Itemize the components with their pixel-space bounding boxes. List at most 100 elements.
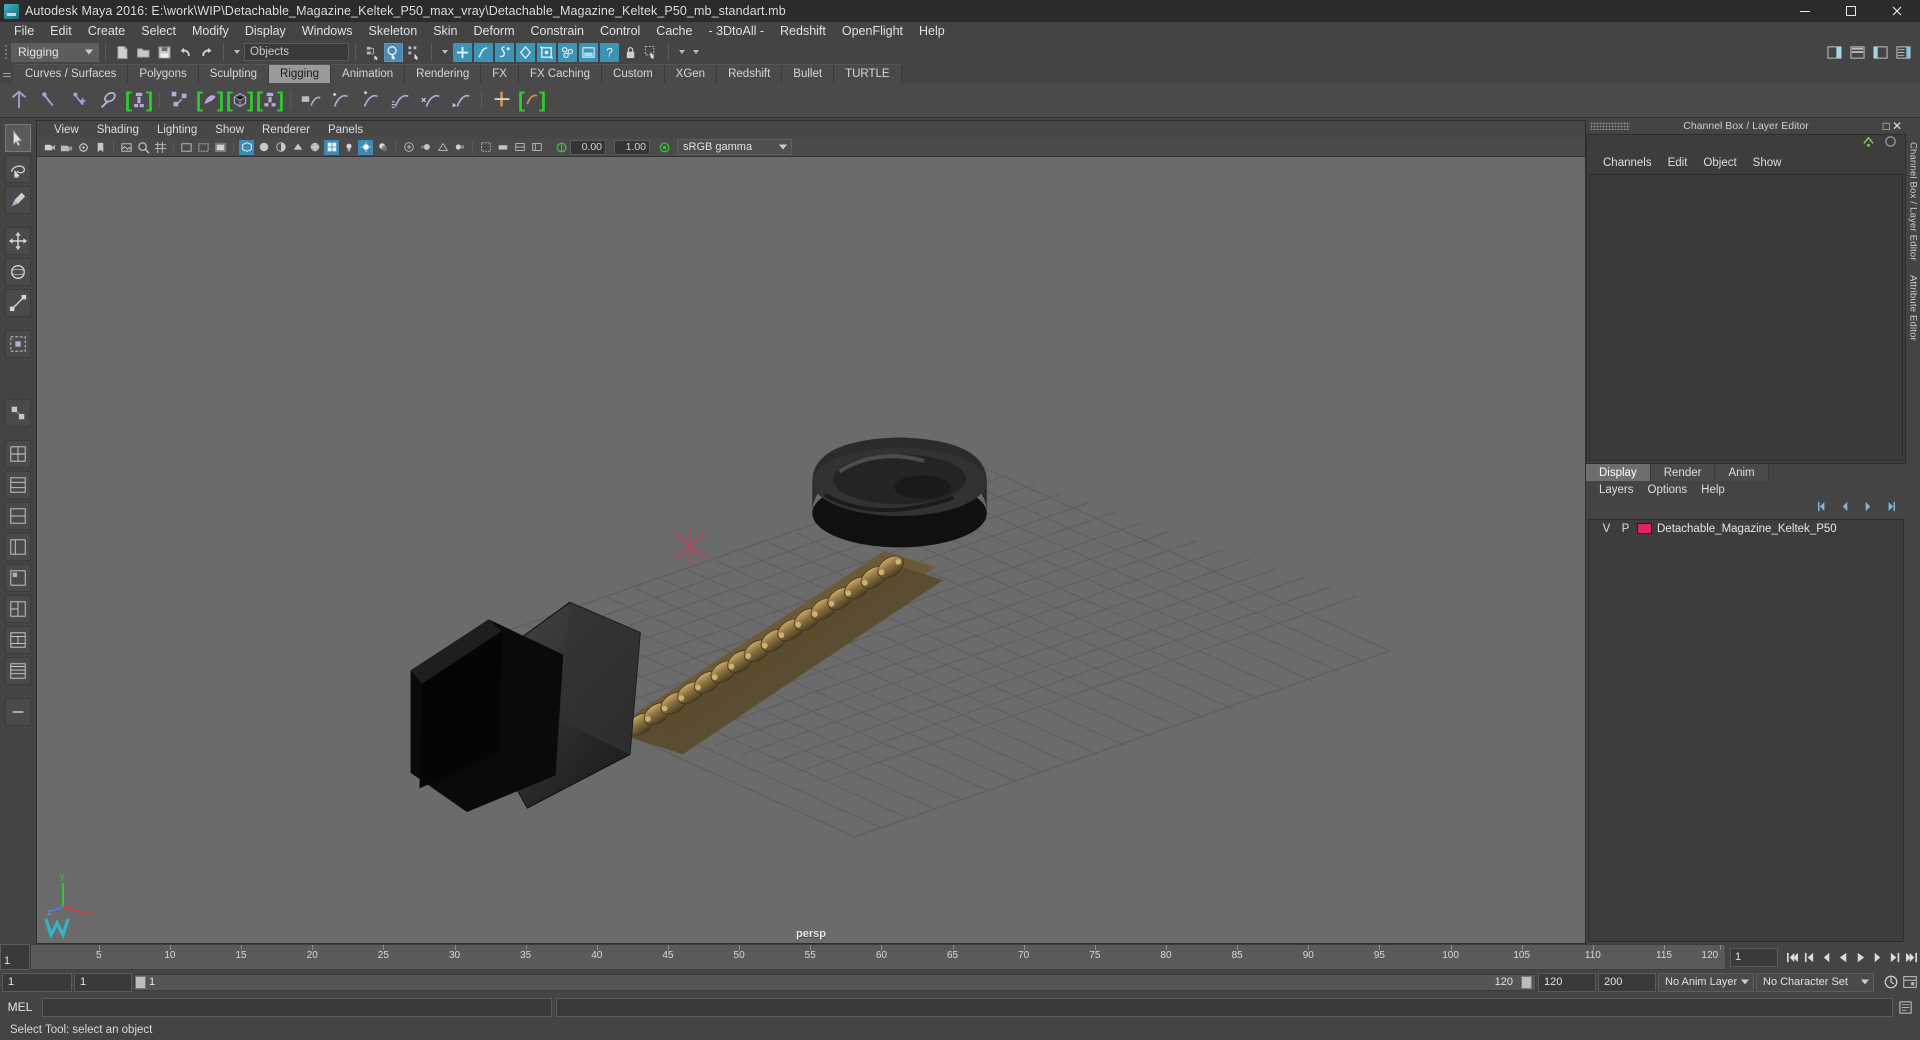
viewport-menu-panels[interactable]: Panels xyxy=(319,124,372,136)
save-scene-icon[interactable] xyxy=(155,43,174,62)
camera-attributes-icon[interactable] xyxy=(76,140,91,155)
range-slider-bar[interactable]: 1 120 xyxy=(134,973,1536,991)
layer-tab-display[interactable]: Display xyxy=(1586,464,1651,481)
shelf-tab-bullet[interactable]: Bullet xyxy=(782,64,835,83)
close-icon[interactable] xyxy=(1874,0,1920,22)
shelf-tab-xgen[interactable]: XGen xyxy=(664,64,718,83)
layer-play-next-icon[interactable] xyxy=(1861,499,1874,517)
lasso-select-tool-icon[interactable] xyxy=(5,155,31,183)
menu-redshift[interactable]: Redshift xyxy=(772,22,834,40)
range-start-field[interactable]: 1 xyxy=(2,972,72,992)
use-all-lights-icon[interactable] xyxy=(358,139,373,155)
help-icon[interactable]: ? xyxy=(600,42,619,62)
range-slider-right-handle[interactable] xyxy=(1521,975,1532,989)
channel-box-icon[interactable] xyxy=(1894,43,1913,62)
lattice-icon[interactable]: [] xyxy=(226,86,254,114)
shaded-wireframe-icon[interactable] xyxy=(307,140,322,155)
go-to-start-icon[interactable] xyxy=(1784,947,1801,967)
exposure-icon[interactable] xyxy=(554,140,569,155)
menu-windows[interactable]: Windows xyxy=(294,22,361,40)
menu-edit[interactable]: Edit xyxy=(42,22,80,40)
range-end-field[interactable]: 200 xyxy=(1598,972,1656,992)
step-forward-frame-icon[interactable] xyxy=(1869,947,1886,967)
tool-settings-icon[interactable] xyxy=(1871,43,1890,62)
viewport-3d-canvas[interactable]: y x z persp xyxy=(37,157,1585,943)
grid-display-icon[interactable] xyxy=(495,140,510,155)
layer-menu-layers[interactable]: Layers xyxy=(1592,484,1641,496)
menu-modify[interactable]: Modify xyxy=(184,22,237,40)
blendshape-icon[interactable] xyxy=(298,86,324,114)
scale-tool-icon[interactable] xyxy=(5,289,31,317)
redo-icon[interactable] xyxy=(197,43,216,62)
animation-preferences-icon[interactable] xyxy=(1901,972,1918,992)
layer-tab-anim[interactable]: Anim xyxy=(1715,464,1769,481)
constrain-parent-icon[interactable] xyxy=(489,86,515,114)
select-tool-icon[interactable] xyxy=(5,124,31,152)
layer-next-icon[interactable] xyxy=(1883,499,1896,517)
gamma-value-field[interactable]: 1.00 xyxy=(614,139,650,155)
menu-create[interactable]: Create xyxy=(80,22,134,40)
shadows-icon[interactable] xyxy=(375,140,390,155)
bookmark-icon[interactable] xyxy=(93,140,108,155)
xray-display-icon[interactable] xyxy=(512,140,527,155)
play-backwards-icon[interactable] xyxy=(1835,947,1852,967)
shelf-tab-rendering[interactable]: Rendering xyxy=(405,64,482,83)
three-pane-layout-icon[interactable] xyxy=(5,657,31,685)
persp-outliner-layout-icon[interactable] xyxy=(5,502,31,530)
layer-color-swatch[interactable] xyxy=(1637,523,1652,534)
menu-file[interactable]: File xyxy=(6,22,42,40)
make-live-icon[interactable] xyxy=(558,42,577,62)
wire-tool-icon[interactable] xyxy=(328,86,354,114)
skeleton-tool-icon[interactable]: [] xyxy=(125,86,153,114)
range-slider-left-handle[interactable] xyxy=(135,975,146,989)
statusline-grip[interactable] xyxy=(2,42,9,62)
dock-undock-icon[interactable]: □ xyxy=(1883,119,1890,133)
menu-help[interactable]: Help xyxy=(911,22,953,40)
color-profile-select[interactable]: sRGB gamma xyxy=(677,139,792,155)
menu-display[interactable]: Display xyxy=(237,22,294,40)
smooth-shade-all-icon[interactable] xyxy=(256,140,271,155)
character-set-select[interactable]: No Character Set xyxy=(1756,972,1874,992)
step-back-key-icon[interactable] xyxy=(1801,947,1818,967)
channel-box-menu-edit[interactable]: Edit xyxy=(1660,157,1696,169)
anim-start-field[interactable]: 1 xyxy=(74,972,132,992)
selection-mask-field[interactable]: Objects xyxy=(244,43,349,61)
textured-icon[interactable] xyxy=(324,139,339,155)
two-d-pan-zoom-icon[interactable] xyxy=(136,140,151,155)
ik-handle-icon[interactable] xyxy=(36,86,62,114)
minimize-icon[interactable] xyxy=(1782,0,1828,22)
menu-openflight[interactable]: OpenFlight xyxy=(834,22,911,40)
nonlinear-bend-icon[interactable] xyxy=(448,86,474,114)
time-slider-track[interactable]: 5 10 15 20 25 30 35 40 45 50 55 60 65 70… xyxy=(30,944,1726,970)
select-camera-icon[interactable] xyxy=(42,140,57,155)
last-tool-icon[interactable] xyxy=(5,399,31,427)
snap-grid-icon[interactable] xyxy=(453,42,472,62)
new-scene-icon[interactable] xyxy=(113,43,132,62)
multisample-aa-icon[interactable] xyxy=(435,140,450,155)
sidebar-toggle-icon[interactable] xyxy=(1825,43,1844,62)
color-management-icon[interactable] xyxy=(657,140,672,155)
shelf-tab-polygons[interactable]: Polygons xyxy=(128,64,199,83)
layer-play-prev-icon[interactable] xyxy=(1839,499,1852,517)
custom-layout-icon[interactable] xyxy=(5,698,31,726)
time-slider-start-display[interactable]: 1 xyxy=(0,944,30,970)
lock-icon[interactable] xyxy=(621,43,640,62)
menu-set-selector[interactable]: Rigging xyxy=(11,42,99,62)
shelf-tab-turtle[interactable]: TURTLE xyxy=(834,64,902,83)
depth-of-field-icon[interactable] xyxy=(452,140,467,155)
xray-joints-icon[interactable] xyxy=(529,140,544,155)
play-forwards-icon[interactable] xyxy=(1852,947,1869,967)
shelf-tab-animation[interactable]: Animation xyxy=(331,64,406,83)
two-pane-layout-icon[interactable] xyxy=(5,626,31,654)
step-back-frame-icon[interactable] xyxy=(1818,947,1835,967)
create-joint-icon[interactable] xyxy=(6,86,32,114)
layer-tab-render[interactable]: Render xyxy=(1650,464,1716,481)
shelf-tab-sculpting[interactable]: Sculpting xyxy=(198,64,270,83)
attribute-editor-toggle-icon[interactable] xyxy=(1884,135,1897,153)
snap-options-chevron-icon[interactable] xyxy=(442,50,448,54)
insert-joint-icon[interactable] xyxy=(96,86,122,114)
command-line-input[interactable] xyxy=(42,997,552,1017)
step-forward-key-icon[interactable] xyxy=(1886,947,1903,967)
layer-row[interactable]: V P Detachable_Magazine_Keltek_P50 xyxy=(1589,520,1903,537)
channel-box-content[interactable] xyxy=(1589,174,1903,461)
